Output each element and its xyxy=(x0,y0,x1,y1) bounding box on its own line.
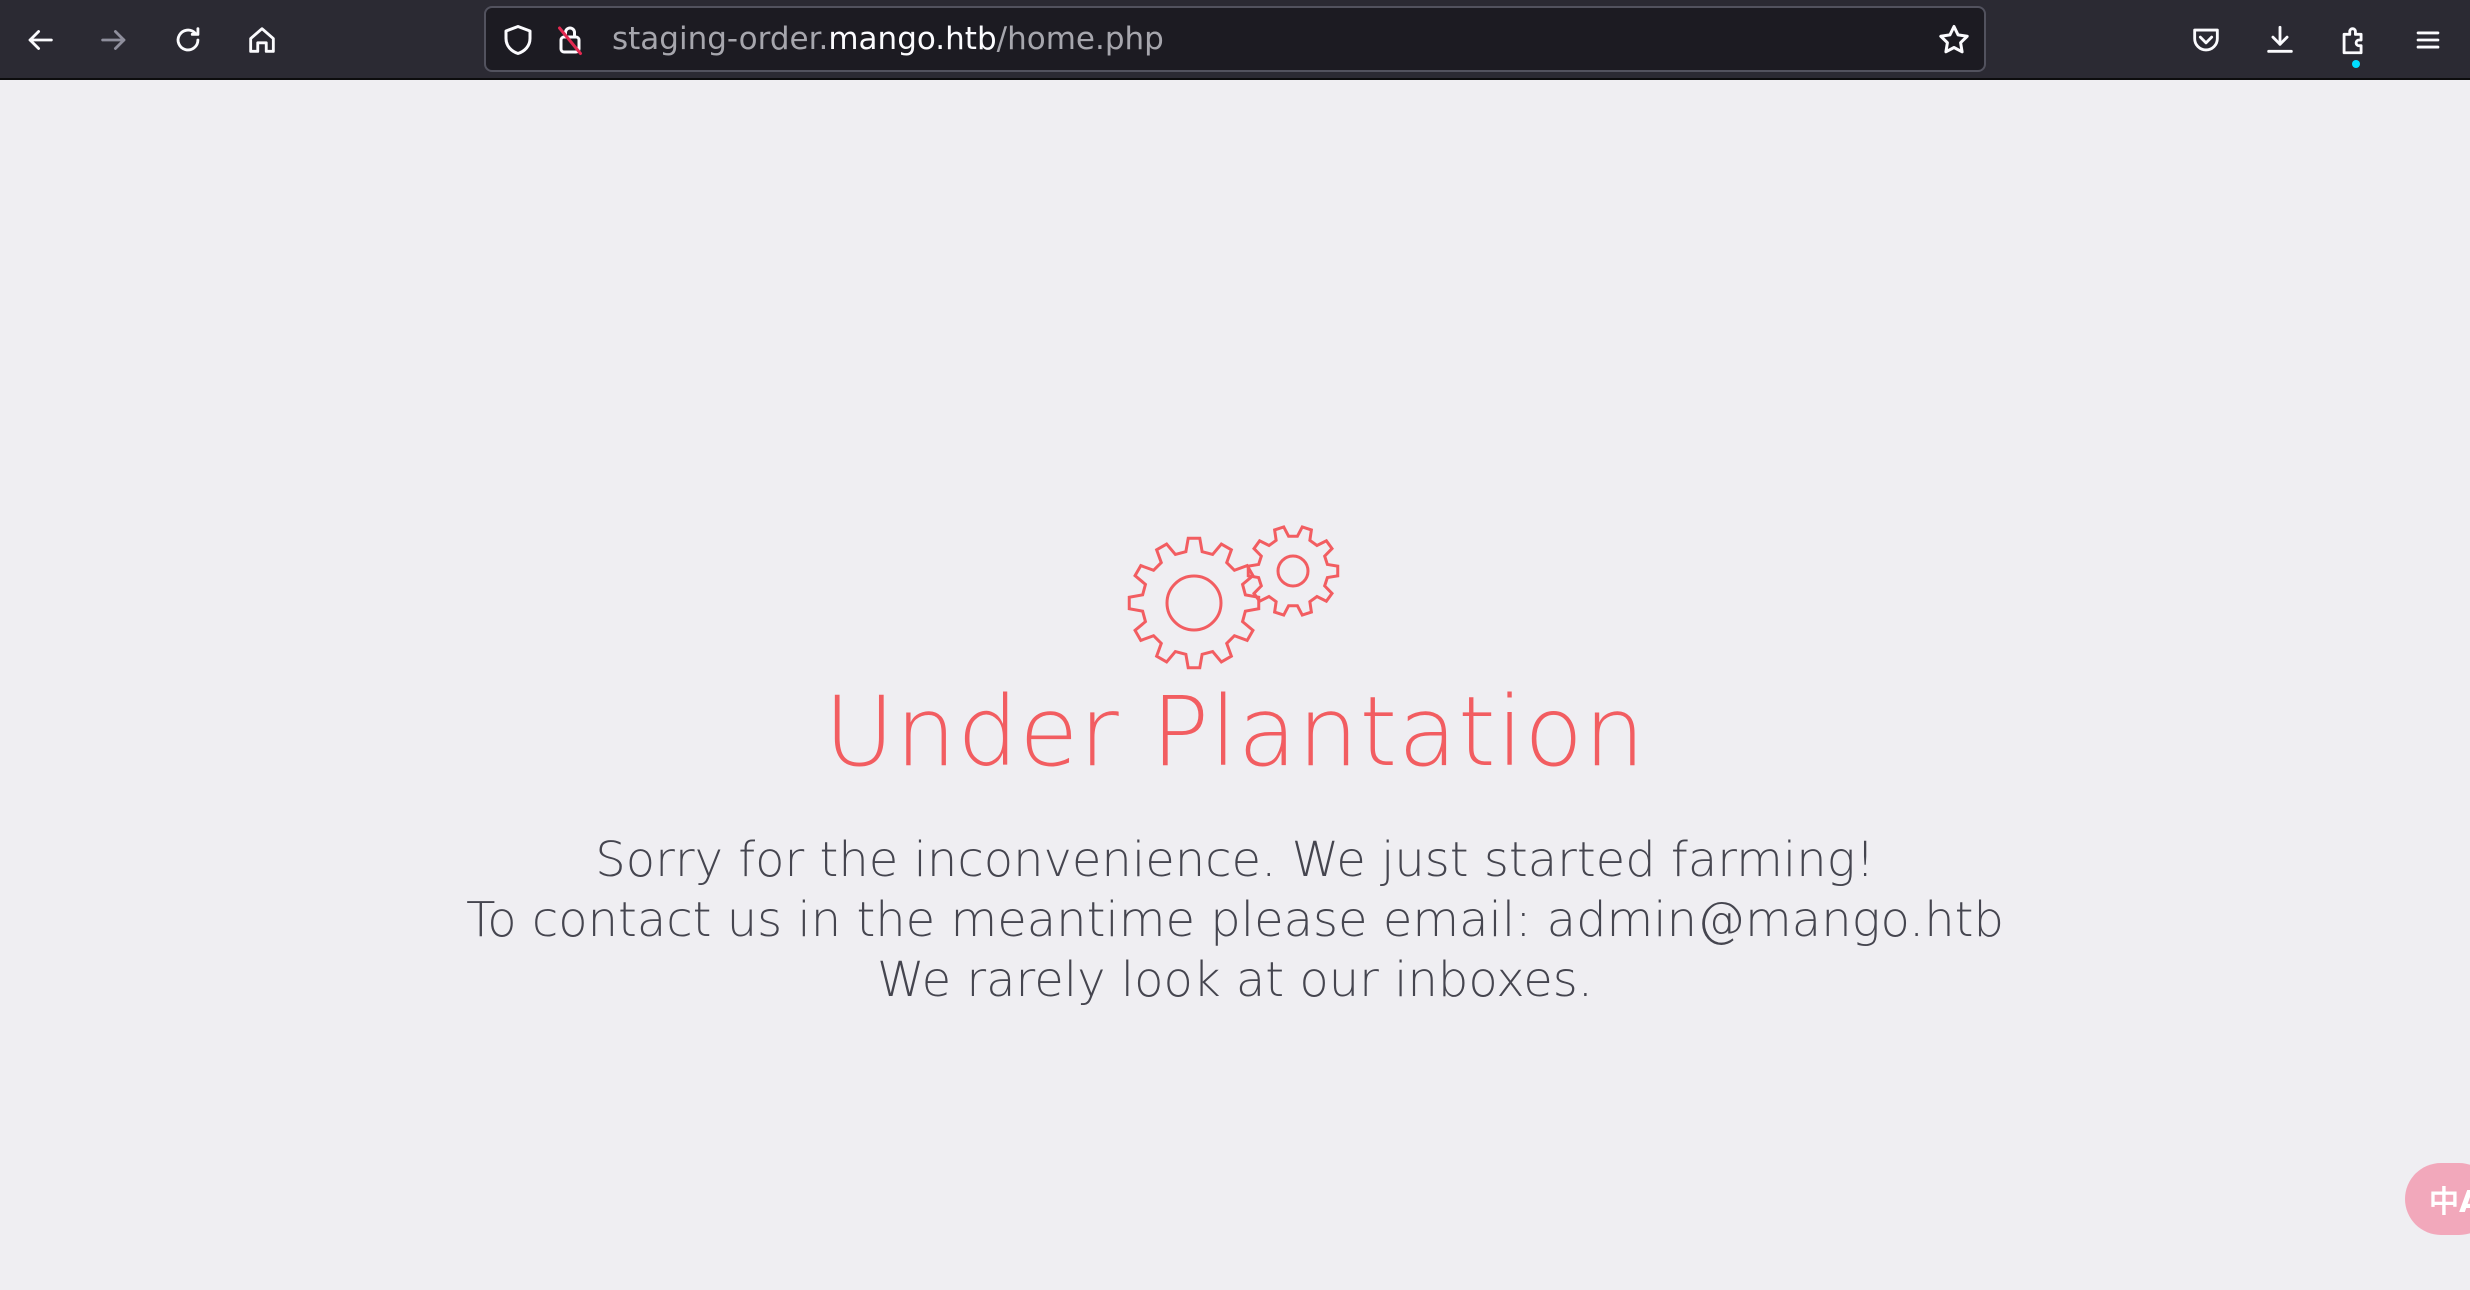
pocket-icon xyxy=(2193,28,2219,52)
message-line-1: Sorry for the inconvenience. We just sta… xyxy=(595,832,1875,888)
url-text[interactable]: staging-order.mango.htb/home.php xyxy=(612,8,1164,70)
home-icon xyxy=(249,27,275,53)
menu-button[interactable] xyxy=(2400,12,2456,68)
back-arrow-icon xyxy=(28,30,53,50)
forward-button[interactable] xyxy=(86,12,142,68)
url-path: /home.php xyxy=(996,21,1164,57)
message-line-2: To contact us in the meantime please ema… xyxy=(466,892,2004,948)
pocket-button[interactable] xyxy=(2178,12,2234,68)
hamburger-menu-icon xyxy=(2416,31,2440,49)
star-icon[interactable] xyxy=(1936,22,1972,58)
translate-button[interactable]: 中A xyxy=(2405,1163,2470,1235)
url-prefix: staging-order. xyxy=(612,21,829,57)
puzzle-icon xyxy=(2342,27,2363,55)
reload-button[interactable] xyxy=(160,12,216,68)
shield-icon[interactable] xyxy=(500,22,536,58)
reload-icon xyxy=(176,27,200,52)
downloads-button[interactable] xyxy=(2252,12,2308,68)
download-icon xyxy=(2267,25,2293,53)
page-title: Under Plantation xyxy=(824,676,1646,788)
translate-icon: 中A xyxy=(2429,1185,2470,1220)
extensions-notification-dot xyxy=(2352,60,2360,68)
back-button[interactable] xyxy=(12,12,68,68)
gears-icon xyxy=(1127,525,1340,670)
message-line-3: We rarely look at our inboxes. xyxy=(876,952,1594,1008)
address-bar[interactable]: staging-order.mango.htb/home.php xyxy=(484,6,1986,72)
url-host: mango.htb xyxy=(828,21,997,57)
browser-toolbar: staging-order.mango.htb/home.php xyxy=(0,0,2470,80)
forward-arrow-icon xyxy=(101,30,126,50)
home-button[interactable] xyxy=(234,12,290,68)
insecure-lock-icon[interactable] xyxy=(552,22,588,58)
